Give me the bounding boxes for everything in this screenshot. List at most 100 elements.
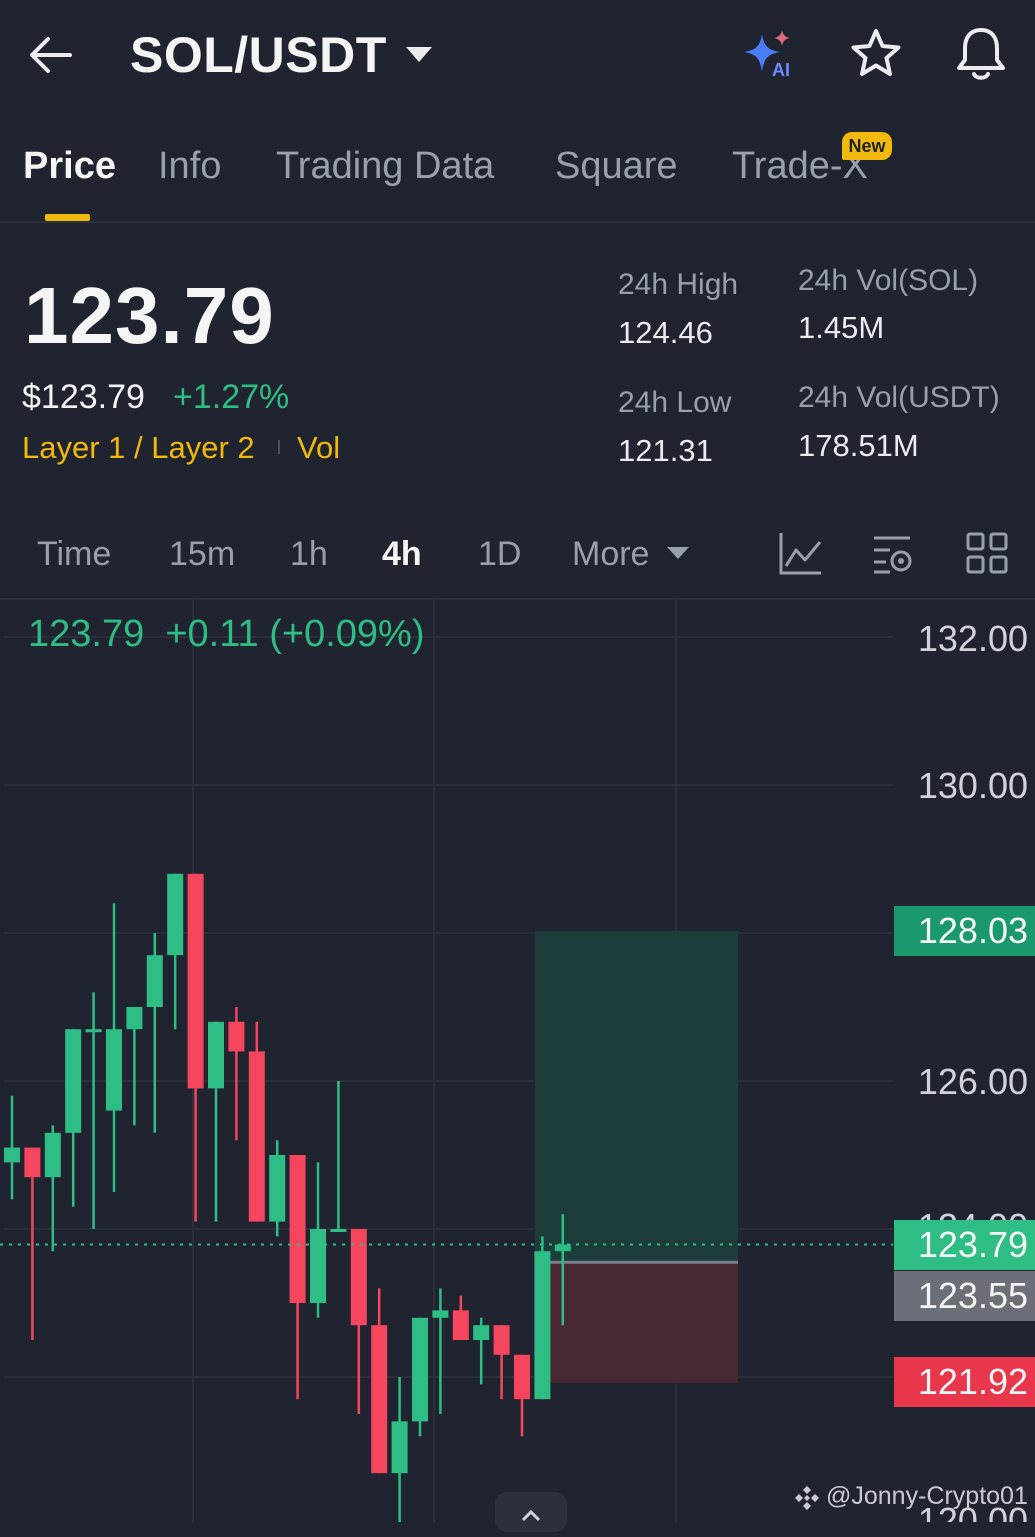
tag-layer[interactable]: Layer 1 / Layer 2 <box>22 430 255 466</box>
candle-body <box>514 1354 530 1400</box>
stat-vol-base-label: 24h Vol(SOL) <box>798 264 979 297</box>
tag-vol[interactable]: Vol <box>297 430 340 466</box>
candlestick-chart[interactable] <box>0 598 1035 1522</box>
candle <box>534 1236 551 1400</box>
pair-title[interactable]: SOL/USDT <box>130 26 387 84</box>
candle <box>85 992 102 1229</box>
more-caret-icon[interactable] <box>666 545 690 561</box>
change-percent: +1.27% <box>173 378 290 416</box>
stop-loss-tag[interactable]: 121.92 <box>894 1357 1035 1407</box>
chart-settings-icon[interactable] <box>870 530 916 576</box>
candle <box>269 1140 286 1237</box>
candle-body <box>452 1310 469 1340</box>
candle <box>412 1317 428 1437</box>
stat-low-label: 24h Low <box>618 386 732 419</box>
watermark: @Jonny-Crypto01 <box>826 1482 1028 1510</box>
candle-body <box>126 1007 143 1030</box>
candle-body <box>167 873 184 956</box>
tab-trading-data[interactable]: Trading Data <box>276 145 494 188</box>
candle <box>44 1125 61 1252</box>
y-tick-132: 132.00 <box>917 618 1028 659</box>
take-profit-zone <box>535 930 738 1263</box>
candle <box>514 1354 530 1437</box>
candle-body <box>106 1029 122 1111</box>
candle <box>126 1007 143 1126</box>
stop-loss-zone <box>535 1262 738 1383</box>
candle-body <box>269 1155 286 1222</box>
interval-time[interactable]: Time <box>37 535 111 574</box>
candle <box>330 1081 347 1232</box>
candle <box>4 1095 20 1200</box>
interval-1d[interactable]: 1D <box>478 535 521 574</box>
interval-1h[interactable]: 1h <box>290 535 328 574</box>
candle <box>310 1162 326 1318</box>
take-profit-tag[interactable]: 128.03 <box>894 906 1035 956</box>
stat-high-label: 24h High <box>618 268 739 301</box>
y-tick-126: 126.00 <box>917 1061 1028 1102</box>
candle-body <box>85 1029 102 1033</box>
interval-4h[interactable]: 4h <box>382 535 422 574</box>
candle-body <box>330 1229 347 1232</box>
tab-square[interactable]: Square <box>555 145 678 188</box>
candle-body <box>412 1317 428 1422</box>
candle-body <box>534 1251 551 1400</box>
active-tab-indicator <box>45 214 90 221</box>
candle-body <box>228 1021 245 1052</box>
candle-body <box>187 873 204 1089</box>
candle <box>65 1029 82 1207</box>
chart-grid <box>4 598 893 1522</box>
chart-canvas[interactable] <box>0 598 1035 1522</box>
candle <box>452 1295 469 1340</box>
bell-icon[interactable] <box>952 24 1010 84</box>
layout-grid-icon[interactable] <box>964 530 1010 576</box>
candle-body <box>65 1029 82 1133</box>
new-badge: New <box>842 132 892 160</box>
top-bar: SOL/USDT AI <box>0 0 1035 110</box>
last-price-tag: 123.79 <box>894 1220 1035 1270</box>
caret-down-icon[interactable] <box>404 44 434 66</box>
tab-info[interactable]: Info <box>158 145 221 188</box>
candle <box>146 933 163 1133</box>
candle-body <box>473 1325 490 1340</box>
candle-body <box>371 1325 388 1474</box>
candle <box>391 1377 408 1522</box>
ai-sparkle-icon[interactable]: AI <box>740 28 798 80</box>
candle <box>106 903 122 1192</box>
candle-body <box>391 1421 408 1474</box>
candle-body <box>248 1051 265 1222</box>
candles <box>4 873 571 1522</box>
candle <box>248 1021 265 1222</box>
last-price: 123.79 <box>24 271 275 360</box>
candle-body <box>208 1021 224 1089</box>
candle <box>228 1007 245 1141</box>
stat-low-value: 121.31 <box>618 433 713 468</box>
candle-body <box>4 1147 20 1163</box>
interval-15m[interactable]: 15m <box>169 535 235 574</box>
y-tick-130: 130.00 <box>917 765 1028 806</box>
candle <box>167 873 184 1030</box>
candle <box>371 1288 388 1474</box>
candle <box>473 1317 490 1385</box>
candle <box>289 1155 306 1400</box>
indicator-chart-icon[interactable] <box>778 530 824 576</box>
stat-vol-quote-value: 178.51M <box>798 428 919 463</box>
entry-price-tag[interactable]: 123.55 <box>894 1271 1035 1321</box>
position-box <box>535 930 738 1383</box>
candle-body <box>44 1132 61 1178</box>
interval-more[interactable]: More <box>572 535 649 574</box>
candle-body <box>146 955 163 1007</box>
stat-vol-quote-label: 24h Vol(USDT) <box>798 381 1000 414</box>
tab-price[interactable]: Price <box>23 145 116 188</box>
candle <box>208 1021 224 1222</box>
stat-high-value: 124.46 <box>618 315 713 350</box>
tag-separator <box>278 440 280 454</box>
candle-body <box>24 1147 41 1178</box>
back-arrow-icon[interactable] <box>26 30 76 80</box>
ai-label: AI <box>772 60 790 80</box>
candle-body <box>350 1229 367 1326</box>
candle <box>350 1229 367 1414</box>
candle-body <box>432 1310 449 1318</box>
candle-body <box>493 1325 510 1355</box>
scroll-to-latest-button[interactable] <box>495 1492 567 1532</box>
star-icon[interactable] <box>848 26 904 82</box>
